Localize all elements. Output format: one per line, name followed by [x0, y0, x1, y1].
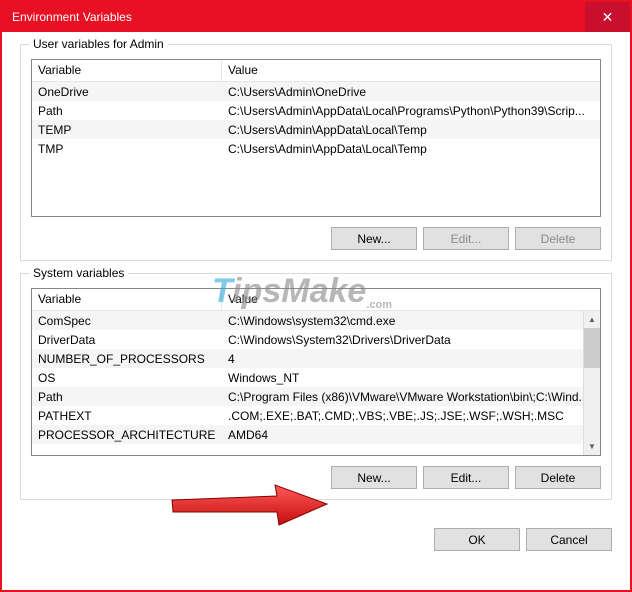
cell-name: Path: [32, 103, 222, 119]
user-buttons-row: New... Edit... Delete: [31, 227, 601, 250]
cancel-button[interactable]: Cancel: [526, 528, 612, 551]
cell-value: C:\Users\Admin\AppData\Local\Temp: [222, 141, 600, 157]
column-variable[interactable]: Variable: [32, 289, 222, 310]
titlebar: Environment Variables ✕: [2, 2, 630, 32]
system-variables-label: System variables: [29, 266, 128, 280]
system-edit-button[interactable]: Edit...: [423, 466, 509, 489]
cell-name: NUMBER_OF_PROCESSORS: [32, 351, 222, 367]
user-variables-group: User variables for Admin Variable Value …: [20, 44, 612, 261]
system-list-header: Variable Value: [32, 289, 600, 311]
cell-value: C:\Windows\system32\cmd.exe: [222, 313, 600, 329]
cell-name: TEMP: [32, 122, 222, 138]
user-list-header: Variable Value: [32, 60, 600, 82]
cell-value: C:\Users\Admin\AppData\Local\Programs\Py…: [222, 103, 600, 119]
cell-value: C:\Users\Admin\AppData\Local\Temp: [222, 122, 600, 138]
cell-value: C:\Windows\System32\Drivers\DriverData: [222, 332, 600, 348]
scroll-thumb[interactable]: [584, 328, 600, 368]
table-row[interactable]: ComSpec C:\Windows\system32\cmd.exe: [32, 311, 600, 330]
cell-name: ComSpec: [32, 313, 222, 329]
cell-name: PATHEXT: [32, 408, 222, 424]
cell-value: AMD64: [222, 427, 600, 443]
user-edit-button[interactable]: Edit...: [423, 227, 509, 250]
table-row[interactable]: PROCESSOR_ARCHITECTURE AMD64: [32, 425, 600, 444]
ok-button[interactable]: OK: [434, 528, 520, 551]
cell-value: 4: [222, 351, 600, 367]
table-row[interactable]: OS Windows_NT: [32, 368, 600, 387]
system-variables-group: System variables Variable Value ComSpec …: [20, 273, 612, 500]
dialog-content: User variables for Admin Variable Value …: [2, 32, 630, 526]
user-variables-list[interactable]: Variable Value OneDrive C:\Users\Admin\O…: [31, 59, 601, 217]
scroll-down-icon[interactable]: ▼: [584, 438, 600, 455]
scroll-up-icon[interactable]: ▲: [584, 311, 600, 328]
column-variable[interactable]: Variable: [32, 60, 222, 81]
cell-name: TMP: [32, 141, 222, 157]
cell-name: DriverData: [32, 332, 222, 348]
cell-value: .COM;.EXE;.BAT;.CMD;.VBS;.VBE;.JS;.JSE;.…: [222, 408, 600, 424]
table-row[interactable]: TEMP C:\Users\Admin\AppData\Local\Temp: [32, 120, 600, 139]
close-button[interactable]: ✕: [585, 2, 630, 32]
user-delete-button[interactable]: Delete: [515, 227, 601, 250]
cell-name: Path: [32, 389, 222, 405]
cell-name: OneDrive: [32, 84, 222, 100]
system-new-button[interactable]: New...: [331, 466, 417, 489]
user-new-button[interactable]: New...: [331, 227, 417, 250]
table-row[interactable]: OneDrive C:\Users\Admin\OneDrive: [32, 82, 600, 101]
cell-value: C:\Program Files (x86)\VMware\VMware Wor…: [222, 389, 600, 405]
column-value[interactable]: Value: [222, 60, 600, 81]
table-row[interactable]: PATHEXT .COM;.EXE;.BAT;.CMD;.VBS;.VBE;.J…: [32, 406, 600, 425]
cell-name: OS: [32, 370, 222, 386]
system-delete-button[interactable]: Delete: [515, 466, 601, 489]
system-variables-list[interactable]: Variable Value ComSpec C:\Windows\system…: [31, 288, 601, 456]
close-icon: ✕: [602, 9, 614, 26]
dialog-buttons: OK Cancel: [2, 526, 630, 551]
cell-name: PROCESSOR_ARCHITECTURE: [32, 427, 222, 443]
user-variables-label: User variables for Admin: [29, 37, 168, 51]
cell-value: C:\Users\Admin\OneDrive: [222, 84, 600, 100]
scrollbar[interactable]: ▲ ▼: [583, 311, 600, 455]
system-buttons-row: New... Edit... Delete: [31, 466, 601, 489]
table-row[interactable]: TMP C:\Users\Admin\AppData\Local\Temp: [32, 139, 600, 158]
window-title: Environment Variables: [12, 10, 132, 24]
table-row[interactable]: NUMBER_OF_PROCESSORS 4: [32, 349, 600, 368]
table-row[interactable]: DriverData C:\Windows\System32\Drivers\D…: [32, 330, 600, 349]
column-value[interactable]: Value: [222, 289, 600, 310]
cell-value: Windows_NT: [222, 370, 600, 386]
table-row[interactable]: Path C:\Users\Admin\AppData\Local\Progra…: [32, 101, 600, 120]
table-row[interactable]: Path C:\Program Files (x86)\VMware\VMwar…: [32, 387, 600, 406]
